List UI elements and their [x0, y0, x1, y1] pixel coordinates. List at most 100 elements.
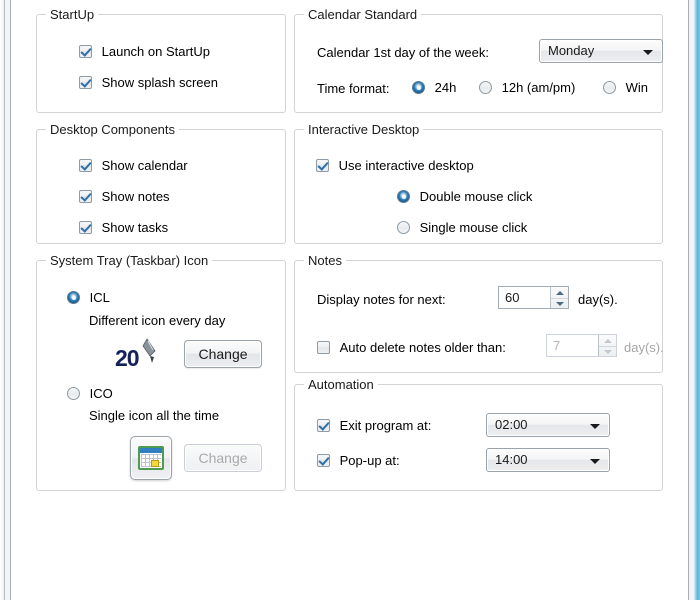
group-startup-legend: StartUp — [46, 7, 98, 22]
checkbox-pop-up-at-label: Pop-up at: — [340, 453, 400, 468]
radio-double-mouse-click[interactable]: Double mouse click — [397, 189, 532, 204]
change-ico-button-label: Change — [198, 450, 247, 466]
radio-tray-ico[interactable]: ICO — [67, 386, 113, 401]
options-client-area: StartUp Launch on StartUp Show splash sc… — [11, 0, 688, 600]
checkbox-exit-program-at[interactable]: Exit program at: — [317, 418, 431, 433]
group-calendar-standard: Calendar Standard Calendar 1st day of th… — [294, 14, 663, 113]
checkbox-exit-program-at-box[interactable] — [317, 419, 330, 432]
checkbox-show-calendar[interactable]: Show calendar — [79, 158, 188, 173]
calendar-icon[interactable] — [130, 436, 172, 480]
group-notes-legend: Notes — [304, 253, 346, 268]
radio-time-format-12h-dot[interactable] — [479, 81, 492, 94]
checkbox-show-notes-box[interactable] — [79, 190, 92, 203]
first-day-of-week-label: Calendar 1st day of the week: — [317, 45, 489, 60]
radio-time-format-win[interactable]: Win — [603, 80, 648, 95]
radio-time-format-24h[interactable]: 24h — [412, 80, 456, 95]
change-icl-button-label: Change — [198, 346, 247, 362]
pop-up-time-value: 14:00 — [495, 452, 528, 467]
radio-tray-icl[interactable]: ICL — [67, 290, 110, 305]
first-day-of-week-value: Monday — [548, 43, 594, 58]
radio-tray-icl-dot[interactable] — [67, 291, 80, 304]
radio-double-mouse-click-label: Double mouse click — [420, 189, 533, 204]
checkbox-pop-up-at[interactable]: Pop-up at: — [317, 453, 400, 468]
radio-time-format-12h-label: 12h (am/pm) — [502, 80, 576, 95]
radio-tray-icl-label: ICL — [90, 290, 110, 305]
first-day-of-week-dropdown[interactable]: Monday — [539, 39, 663, 63]
group-calendar-standard-legend: Calendar Standard — [304, 7, 421, 22]
day-number-pen-icon: 20 — [115, 337, 167, 373]
radio-time-format-win-dot[interactable] — [603, 81, 616, 94]
group-notes: Notes Display notes for next: 60 day(s).… — [294, 260, 663, 373]
checkbox-launch-on-startup[interactable]: Launch on StartUp — [79, 44, 210, 59]
radio-double-mouse-click-dot[interactable] — [397, 190, 410, 203]
radio-single-mouse-click-dot[interactable] — [397, 221, 410, 234]
checkbox-use-interactive-desktop[interactable]: Use interactive desktop — [316, 158, 474, 173]
change-ico-button[interactable]: Change — [184, 444, 262, 472]
radio-time-format-24h-label: 24h — [435, 80, 457, 95]
window-right-accent-edge — [694, 0, 700, 600]
checkbox-show-calendar-label: Show calendar — [102, 158, 188, 173]
time-format-label: Time format: — [317, 81, 389, 96]
radio-tray-ico-label: ICO — [90, 386, 113, 401]
spin-up-icon[interactable] — [599, 335, 616, 346]
pop-up-time-dropdown[interactable]: 14:00 — [486, 448, 610, 472]
calendar-icon-today-cell — [151, 460, 159, 467]
exit-program-time-dropdown[interactable]: 02:00 — [486, 413, 610, 437]
tray-ico-description: Single icon all the time — [89, 408, 219, 423]
options-window: StartUp Launch on StartUp Show splash sc… — [0, 0, 700, 600]
calendar-icon-header — [140, 448, 162, 453]
checkbox-auto-delete-notes-box[interactable] — [317, 341, 330, 354]
checkbox-show-notes-label: Show notes — [102, 189, 170, 204]
exit-program-time-value: 02:00 — [495, 417, 528, 432]
chevron-down-icon — [643, 50, 653, 55]
group-automation: Automation Exit program at: 02:00 Pop-up… — [294, 384, 663, 491]
checkbox-show-splash-screen[interactable]: Show splash screen — [79, 75, 218, 90]
display-notes-days-spin-buttons[interactable] — [550, 287, 568, 308]
spin-down-icon[interactable] — [599, 346, 616, 357]
group-automation-legend: Automation — [304, 377, 378, 392]
spin-down-icon[interactable] — [551, 298, 568, 309]
checkbox-launch-on-startup-box[interactable] — [79, 45, 92, 58]
checkbox-show-tasks-label: Show tasks — [102, 220, 168, 235]
display-notes-days-value: 60 — [505, 290, 519, 305]
auto-delete-days-value: 7 — [553, 338, 560, 353]
group-system-tray-icon: System Tray (Taskbar) Icon ICL Different… — [36, 260, 286, 491]
group-desktop-components-legend: Desktop Components — [46, 122, 179, 137]
radio-time-format-win-label: Win — [626, 80, 648, 95]
radio-time-format-12h[interactable]: 12h (am/pm) — [479, 80, 575, 95]
radio-time-format-24h-dot[interactable] — [412, 81, 425, 94]
display-notes-suffix: day(s). — [578, 292, 618, 307]
checkbox-pop-up-at-box[interactable] — [317, 454, 330, 467]
checkbox-show-tasks-box[interactable] — [79, 221, 92, 234]
radio-single-mouse-click-label: Single mouse click — [420, 220, 528, 235]
checkbox-launch-on-startup-label: Launch on StartUp — [102, 44, 210, 59]
radio-single-mouse-click[interactable]: Single mouse click — [397, 220, 527, 235]
group-interactive-desktop-legend: Interactive Desktop — [304, 122, 423, 137]
checkbox-auto-delete-notes[interactable]: Auto delete notes older than: — [317, 340, 506, 355]
checkbox-use-interactive-desktop-box[interactable] — [316, 159, 329, 172]
calendar-icon-glyph — [138, 446, 164, 470]
checkbox-show-notes[interactable]: Show notes — [79, 189, 170, 204]
group-desktop-components: Desktop Components Show calendar Show no… — [36, 129, 286, 244]
checkbox-exit-program-at-label: Exit program at: — [340, 418, 432, 433]
checkbox-show-splash-screen-box[interactable] — [79, 76, 92, 89]
checkbox-show-calendar-box[interactable] — [79, 159, 92, 172]
tray-icl-description: Different icon every day — [89, 313, 225, 328]
group-system-tray-icon-legend: System Tray (Taskbar) Icon — [46, 253, 212, 268]
checkbox-use-interactive-desktop-label: Use interactive desktop — [339, 158, 474, 173]
group-interactive-desktop: Interactive Desktop Use interactive desk… — [294, 129, 663, 244]
change-icl-button[interactable]: Change — [184, 340, 262, 368]
checkbox-show-tasks[interactable]: Show tasks — [79, 220, 168, 235]
chevron-down-icon — [590, 459, 600, 464]
auto-delete-days-spin-buttons[interactable] — [598, 335, 616, 356]
checkbox-auto-delete-notes-label: Auto delete notes older than: — [340, 340, 506, 355]
group-startup: StartUp Launch on StartUp Show splash sc… — [36, 14, 286, 113]
display-notes-days-stepper[interactable]: 60 — [498, 286, 569, 309]
checkbox-show-splash-screen-label: Show splash screen — [102, 75, 218, 90]
chevron-down-icon — [590, 424, 600, 429]
auto-delete-suffix: day(s). — [624, 340, 664, 355]
auto-delete-days-stepper[interactable]: 7 — [546, 334, 617, 357]
radio-tray-ico-dot[interactable] — [67, 387, 80, 400]
display-notes-label: Display notes for next: — [317, 292, 446, 307]
spin-up-icon[interactable] — [551, 287, 568, 298]
